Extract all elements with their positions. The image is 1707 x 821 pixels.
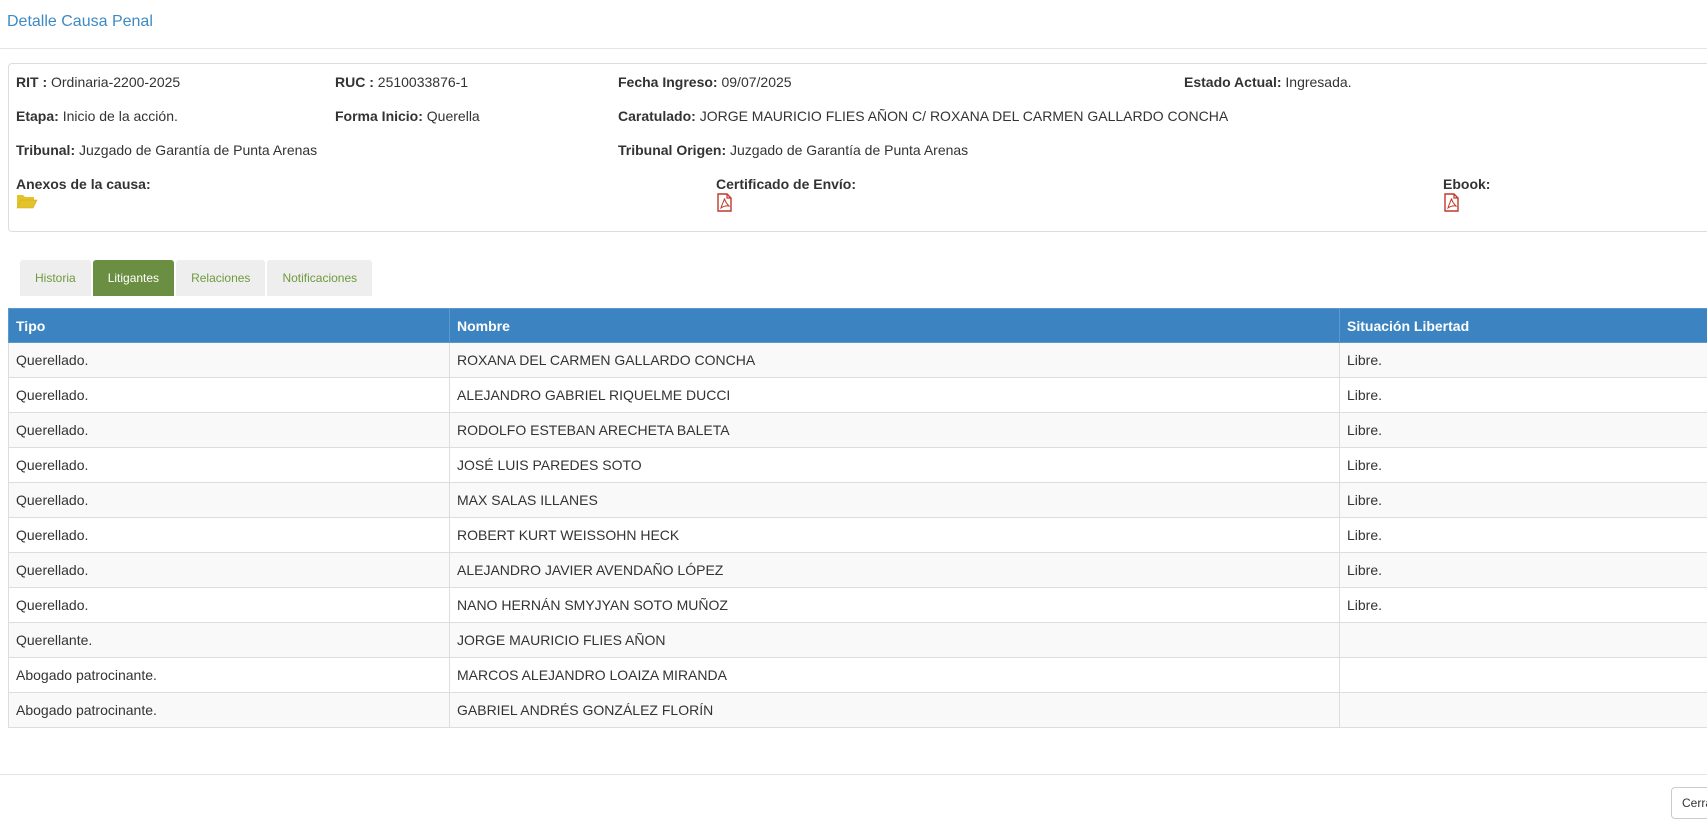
tribunal-origen-field: Tribunal Origen: Juzgado de Garantía de … — [618, 141, 968, 159]
cell-situacion: Libre. — [1339, 342, 1707, 378]
cell-tipo: Querellado. — [8, 482, 450, 518]
cell-nombre: NANO HERNÁN SMYJYAN SOTO MUÑOZ — [449, 587, 1340, 623]
tab-notificaciones[interactable]: Notificaciones — [267, 260, 373, 296]
tab-litigantes[interactable]: Litigantes — [92, 260, 175, 296]
table-row: Querellado. NANO HERNÁN SMYJYAN SOTO MUÑ… — [8, 587, 1707, 623]
cell-situacion: Libre. — [1339, 482, 1707, 518]
forma-inicio-value: Querella — [426, 108, 480, 124]
forma-inicio-field: Forma Inicio: Querella — [335, 107, 480, 125]
cell-situacion: Libre. — [1339, 377, 1707, 413]
ebook-pdf-icon[interactable] — [1444, 193, 1459, 215]
litigantes-table: Tipo Nombre Situación Libertad Querellad… — [8, 308, 1707, 728]
caratulado-label: Caratulado: — [618, 108, 696, 124]
cell-nombre: ALEJANDRO GABRIEL RIQUELME DUCCI — [449, 377, 1340, 413]
column-header-nombre[interactable]: Nombre — [449, 308, 1340, 343]
table-row: Abogado patrocinante. GABRIEL ANDRÉS GON… — [8, 692, 1707, 728]
header-divider — [0, 48, 1707, 49]
etapa-label: Etapa: — [16, 108, 59, 124]
estado-actual-value: Ingresada. — [1285, 74, 1352, 90]
footer-divider — [0, 774, 1707, 775]
close-button[interactable]: Cerrar — [1671, 787, 1707, 819]
table-row: Querellado. JOSÉ LUIS PAREDES SOTO Libre… — [8, 447, 1707, 483]
certificado-envio-label: Certificado de Envío: — [716, 176, 857, 192]
fecha-ingreso-field: Fecha Ingreso: 09/07/2025 — [618, 73, 792, 91]
table-row: Querellado. ROBERT KURT WEISSOHN HECK Li… — [8, 517, 1707, 553]
cell-situacion: Libre. — [1339, 517, 1707, 553]
cell-situacion: Libre. — [1339, 412, 1707, 448]
ebook-label: Ebook: — [1443, 176, 1491, 192]
cell-nombre: RODOLFO ESTEBAN ARECHETA BALETA — [449, 412, 1340, 448]
cell-tipo: Querellado. — [8, 412, 450, 448]
table-header-row: Tipo Nombre Situación Libertad — [8, 308, 1707, 343]
table-row: Querellado. ALEJANDRO JAVIER AVENDAÑO LÓ… — [8, 552, 1707, 588]
caratulado-value: JORGE MAURICIO FLIES AÑON C/ ROXANA DEL … — [699, 108, 1229, 124]
cell-tipo: Querellado. — [8, 552, 450, 588]
etapa-field: Etapa: Inicio de la acción. — [16, 107, 178, 125]
forma-inicio-label: Forma Inicio: — [335, 108, 423, 124]
cell-tipo: Abogado patrocinante. — [8, 657, 450, 693]
litigantes-table-container: Tipo Nombre Situación Libertad Querellad… — [8, 308, 1707, 728]
table-row: Abogado patrocinante. MARCOS ALEJANDRO L… — [8, 657, 1707, 693]
cell-situacion: Libre. — [1339, 552, 1707, 588]
column-header-situacion-libertad[interactable]: Situación Libertad — [1339, 308, 1707, 343]
rit-field: RIT : Ordinaria-2200-2025 — [16, 73, 180, 91]
fecha-ingreso-value: 09/07/2025 — [721, 74, 792, 90]
etapa-value: Inicio de la acción. — [62, 108, 178, 124]
table-row: Querellado. ROXANA DEL CARMEN GALLARDO C… — [8, 342, 1707, 378]
cell-nombre: ALEJANDRO JAVIER AVENDAÑO LÓPEZ — [449, 552, 1340, 588]
tribunal-origen-label: Tribunal Origen: — [618, 142, 727, 158]
case-info-panel: RIT : Ordinaria-2200-2025 RUC : 25100338… — [8, 63, 1707, 232]
cell-nombre: GABRIEL ANDRÉS GONZÁLEZ FLORÍN — [449, 692, 1340, 728]
cell-nombre: JOSÉ LUIS PAREDES SOTO — [449, 447, 1340, 483]
anexos-label: Anexos de la causa: — [16, 176, 151, 192]
fecha-ingreso-label: Fecha Ingreso: — [618, 74, 718, 90]
cell-situacion: Libre. — [1339, 587, 1707, 623]
cell-tipo: Querellado. — [8, 447, 450, 483]
cell-tipo: Querellado. — [8, 587, 450, 623]
detail-tabs: Historia Litigantes Relaciones Notificac… — [20, 260, 373, 296]
table-row: Querellado. MAX SALAS ILLANES Libre. — [8, 482, 1707, 518]
cell-tipo: Abogado patrocinante. — [8, 692, 450, 728]
cell-nombre: ROXANA DEL CARMEN GALLARDO CONCHA — [449, 342, 1340, 378]
tab-historia[interactable]: Historia — [20, 260, 91, 296]
cell-tipo: Querellado. — [8, 377, 450, 413]
cell-tipo: Querellado. — [8, 342, 450, 378]
tribunal-field: Tribunal: Juzgado de Garantía de Punta A… — [16, 141, 317, 159]
ruc-label: RUC : — [335, 74, 374, 90]
cell-situacion — [1339, 657, 1707, 693]
cell-tipo: Querellante. — [8, 622, 450, 658]
modal-title: Detalle Causa Penal — [7, 13, 153, 30]
cell-nombre: MAX SALAS ILLANES — [449, 482, 1340, 518]
rit-value: Ordinaria-2200-2025 — [51, 74, 181, 90]
folder-open-icon[interactable] — [16, 193, 38, 213]
table-row: Querellante. JORGE MAURICIO FLIES AÑON — [8, 622, 1707, 658]
caratulado-field: Caratulado: JORGE MAURICIO FLIES AÑON C/… — [618, 107, 1228, 125]
table-row: Querellado. RODOLFO ESTEBAN ARECHETA BAL… — [8, 412, 1707, 448]
ruc-value: 2510033876-1 — [377, 74, 469, 90]
certificado-pdf-icon[interactable] — [717, 193, 732, 215]
cell-situacion — [1339, 692, 1707, 728]
tribunal-origen-value: Juzgado de Garantía de Punta Arenas — [730, 142, 969, 158]
cell-nombre: MARCOS ALEJANDRO LOAIZA MIRANDA — [449, 657, 1340, 693]
estado-actual-label: Estado Actual: — [1184, 74, 1282, 90]
ruc-field: RUC : 2510033876-1 — [335, 73, 468, 91]
cell-situacion — [1339, 622, 1707, 658]
cell-tipo: Querellado. — [8, 517, 450, 553]
cell-nombre: ROBERT KURT WEISSOHN HECK — [449, 517, 1340, 553]
table-row: Querellado. ALEJANDRO GABRIEL RIQUELME D… — [8, 377, 1707, 413]
rit-label: RIT : — [16, 74, 48, 90]
cell-situacion: Libre. — [1339, 447, 1707, 483]
column-header-tipo[interactable]: Tipo — [8, 308, 450, 343]
cell-nombre: JORGE MAURICIO FLIES AÑON — [449, 622, 1340, 658]
tribunal-value: Juzgado de Garantía de Punta Arenas — [79, 142, 318, 158]
tab-relaciones[interactable]: Relaciones — [176, 260, 266, 296]
tribunal-label: Tribunal: — [16, 142, 76, 158]
estado-actual-field: Estado Actual: Ingresada. — [1184, 73, 1352, 91]
